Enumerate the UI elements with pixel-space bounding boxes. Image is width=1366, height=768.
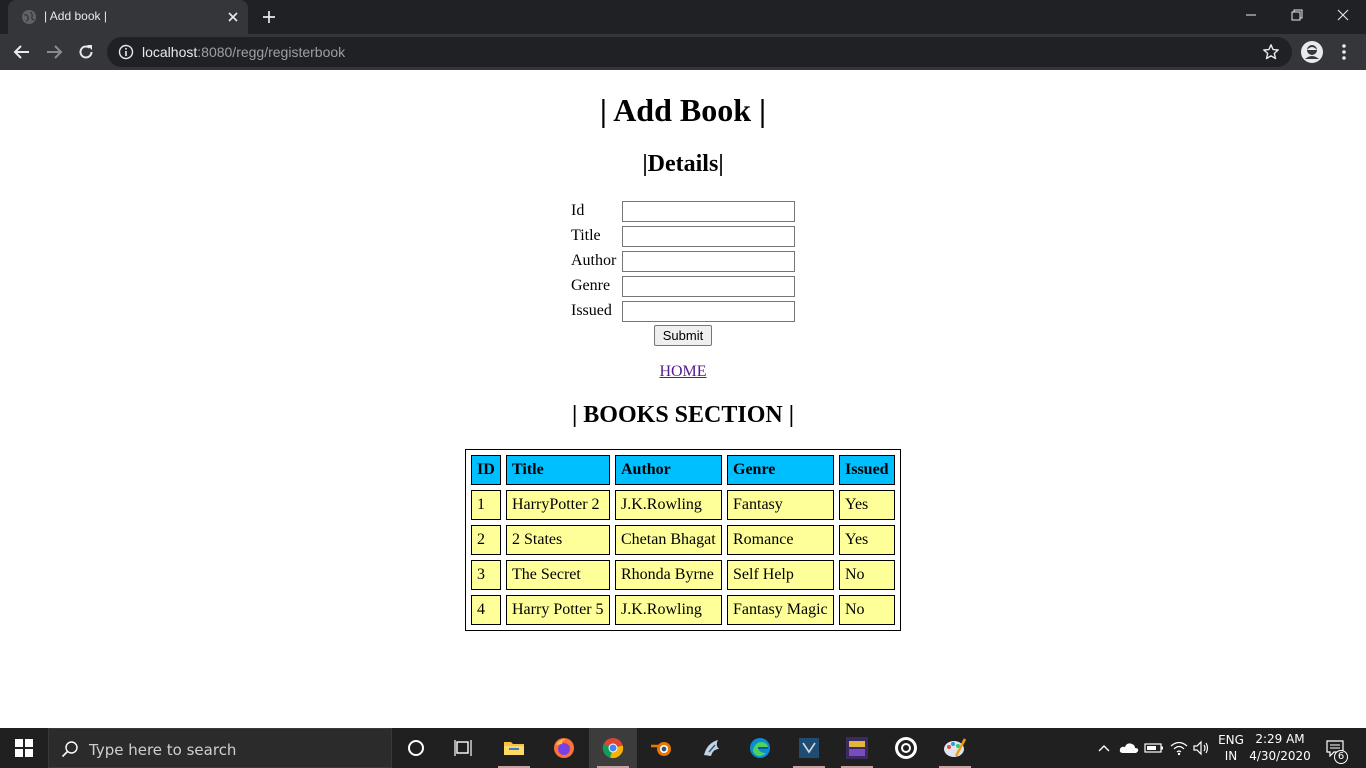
title-label: Title	[571, 227, 601, 244]
windows-start-icon[interactable]	[0, 728, 48, 768]
reload-icon[interactable]	[75, 41, 97, 63]
table-cell: Fantasy	[727, 490, 834, 520]
taskbar: Type here to search ENG IN 2:29 AM 4/30/…	[0, 728, 1366, 768]
page-content: | Add Book | |Details| Id Title Author G…	[0, 70, 1366, 728]
mysql-workbench-icon[interactable]	[688, 728, 736, 768]
table-cell: 1	[471, 490, 501, 520]
column-header-issued: Issued	[839, 455, 895, 485]
address-bar[interactable]: localhost:8080/regg/registerbook	[107, 37, 1292, 67]
table-header-row: ID Title Author Genre Issued	[471, 455, 895, 485]
paint-icon[interactable]	[931, 728, 979, 768]
table-cell: 3	[471, 560, 501, 590]
back-arrow-icon[interactable]	[11, 41, 33, 63]
table-cell: Yes	[839, 490, 895, 520]
author-label: Author	[571, 252, 617, 269]
edge-icon[interactable]	[736, 728, 784, 768]
cortana-icon[interactable]	[392, 728, 440, 768]
chrome-icon[interactable]	[589, 728, 637, 768]
table-cell: No	[839, 560, 895, 590]
battery-icon[interactable]	[1144, 738, 1164, 758]
search-placeholder: Type here to search	[89, 741, 237, 759]
window-close-icon[interactable]	[1320, 0, 1366, 30]
file-explorer-icon[interactable]	[490, 728, 538, 768]
info-icon[interactable]	[118, 44, 134, 60]
table-cell: Rhonda Byrne	[615, 560, 722, 590]
restore-icon[interactable]	[1274, 0, 1320, 30]
table-row: 2 2 States Chetan Bhagat Romance Yes	[471, 525, 895, 555]
table-row: 1 HarryPotter 2 J.K.Rowling Fantasy Yes	[471, 490, 895, 520]
page-title: | Add Book |	[599, 92, 767, 128]
table-cell: Harry Potter 5	[506, 595, 610, 625]
table-cell: 2	[471, 525, 501, 555]
url-text: localhost:8080/regg/registerbook	[142, 44, 345, 60]
browser-toolbar: localhost:8080/regg/registerbook	[0, 34, 1366, 70]
plus-icon[interactable]	[260, 8, 278, 26]
author-input[interactable]	[622, 251, 795, 272]
tab-title: | Add book |	[44, 9, 107, 23]
title-input[interactable]	[622, 226, 795, 247]
id-label: Id	[571, 202, 585, 219]
issued-input[interactable]	[622, 301, 795, 322]
table-cell: 4	[471, 595, 501, 625]
clock-time[interactable]: 2:29 AM	[1250, 732, 1310, 746]
profile-icon[interactable]	[1301, 41, 1323, 63]
chevron-up-icon[interactable]	[1096, 738, 1112, 758]
keyboard-layout-indicator[interactable]: IN	[1216, 749, 1246, 763]
close-icon[interactable]	[225, 9, 241, 25]
column-header-genre: Genre	[727, 455, 834, 485]
submit-button[interactable]: Submit	[654, 325, 712, 346]
menu-dots-icon[interactable]	[1336, 42, 1352, 62]
genre-input[interactable]	[622, 276, 795, 297]
table-cell: Yes	[839, 525, 895, 555]
table-cell: 2 States	[506, 525, 610, 555]
table-row: 4 Harry Potter 5 J.K.Rowling Fantasy Mag…	[471, 595, 895, 625]
table-cell: J.K.Rowling	[615, 490, 722, 520]
notification-count-badge: 6	[1334, 750, 1348, 764]
table-row: 3 The Secret Rhonda Byrne Self Help No	[471, 560, 895, 590]
table-cell: Self Help	[727, 560, 834, 590]
language-indicator[interactable]: ENG	[1216, 733, 1246, 747]
home-link[interactable]: HOME	[659, 363, 706, 380]
table-cell: Chetan Bhagat	[615, 525, 722, 555]
home-link-container: HOME	[0, 363, 1366, 381]
column-header-title: Title	[506, 455, 610, 485]
id-input[interactable]	[622, 201, 795, 222]
column-header-author: Author	[615, 455, 722, 485]
visual-studio-code-icon[interactable]	[785, 728, 833, 768]
obs-studio-icon[interactable]	[882, 728, 930, 768]
issued-label: Issued	[571, 302, 612, 319]
table-cell: Fantasy Magic	[727, 595, 834, 625]
volume-icon[interactable]	[1191, 738, 1211, 758]
table-cell: J.K.Rowling	[615, 595, 722, 625]
browser-tab-strip: | Add book |	[0, 0, 1366, 34]
table-cell: HarryPotter 2	[506, 490, 610, 520]
clock-date[interactable]: 4/30/2020	[1248, 749, 1312, 763]
forward-arrow-icon[interactable]	[43, 41, 65, 63]
firefox-icon[interactable]	[540, 728, 588, 768]
taskbar-search-box[interactable]: Type here to search	[48, 728, 392, 768]
onedrive-icon[interactable]	[1119, 738, 1139, 758]
table-cell: The Secret	[506, 560, 610, 590]
table-cell: No	[839, 595, 895, 625]
url-path: :8080/regg/registerbook	[197, 44, 346, 60]
blender-icon[interactable]	[638, 728, 686, 768]
table-cell: Romance	[727, 525, 834, 555]
search-icon	[61, 740, 79, 758]
url-host: localhost	[142, 44, 198, 60]
task-view-icon[interactable]	[440, 728, 488, 768]
globe-icon	[21, 9, 37, 25]
books-table: ID Title Author Genre Issued 1 HarryPott…	[465, 449, 901, 631]
game-launcher-icon[interactable]	[833, 728, 881, 768]
column-header-id: ID	[471, 455, 501, 485]
books-section-heading: | BOOKS SECTION |	[572, 402, 794, 428]
minimize-icon[interactable]	[1228, 0, 1274, 30]
genre-label: Genre	[571, 277, 611, 294]
star-icon[interactable]	[1262, 43, 1280, 61]
browser-tab[interactable]: | Add book |	[8, 0, 248, 34]
details-heading: |Details|	[642, 151, 724, 177]
wifi-icon[interactable]	[1169, 738, 1189, 758]
